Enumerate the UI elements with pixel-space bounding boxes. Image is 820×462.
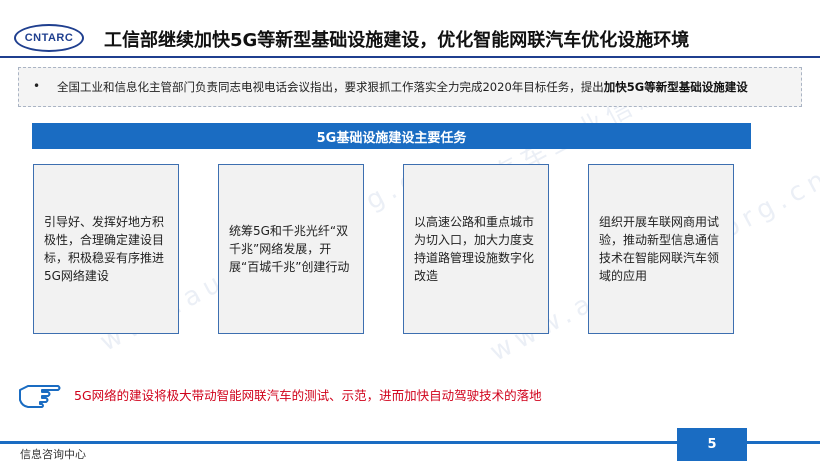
page-title: 工信部继续加快5G等新型基础设施建设，优化智能网联汽车优化设施环境 — [104, 30, 690, 51]
summary-text-plain: 全国工业和信息化主管部门负责同志电视电话会议指出，要求狠抓工作落实全力完成202… — [57, 80, 604, 94]
summary-text-bold: 加快5G等新型基础设施建设 — [603, 80, 748, 94]
pointing-hand-icon — [19, 385, 61, 408]
company-logo: CNTARC — [14, 24, 84, 52]
bullet-marker: • — [33, 79, 41, 93]
page-number: 5 — [677, 428, 747, 461]
task-card-text: 统筹5G和千兆光纤“双千兆”网络发展，开展“百城千兆”创建行动 — [229, 224, 350, 274]
task-card-text: 以高速公路和重点城市为切入口，加大力度支持道路管理设施数字化改造 — [414, 215, 535, 283]
task-card-text: 引导好、发挥好地方积极性，合理确定建设目标，积极稳妥有序推进5G网络建设 — [44, 215, 165, 283]
conclusion-note: 5G网络的建设将极大带动智能网联汽车的测试、示范，进而加快自动驾驶技术的落地 — [74, 388, 542, 403]
summary-box: • 全国工业和信息化主管部门负责同志电视电话会议指出，要求狠抓工作落实全力完成2… — [18, 67, 802, 107]
footer-label: 信息咨询中心 — [20, 448, 86, 461]
task-card-4: 组织开展车联网商用试验，推动新型信息通信技术在智能网联汽车领域的应用 — [588, 164, 734, 334]
task-card-2: 统筹5G和千兆光纤“双千兆”网络发展，开展“百城千兆”创建行动 — [218, 164, 364, 334]
tasks-banner: 5G基础设施建设主要任务 — [32, 123, 751, 149]
task-card-1: 引导好、发挥好地方积极性，合理确定建设目标，积极稳妥有序推进5G网络建设 — [33, 164, 179, 334]
summary-text: 全国工业和信息化主管部门负责同志电视电话会议指出，要求狠抓工作落实全力完成202… — [57, 79, 748, 95]
title-divider — [0, 56, 820, 58]
task-card-text: 组织开展车联网商用试验，推动新型信息通信技术在智能网联汽车领域的应用 — [599, 215, 720, 283]
task-card-3: 以高速公路和重点城市为切入口，加大力度支持道路管理设施数字化改造 — [403, 164, 549, 334]
